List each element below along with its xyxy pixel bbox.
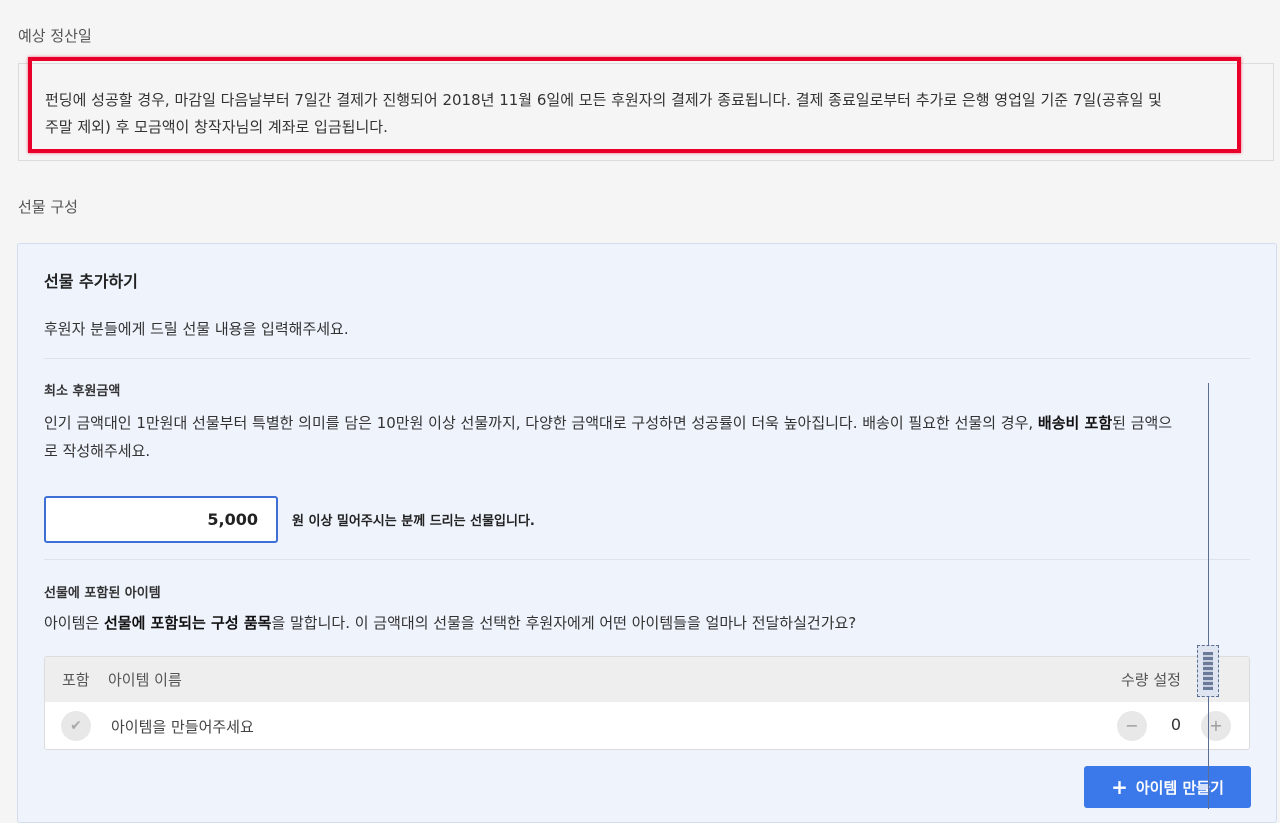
make-item-label: 아이템 만들기 (1135, 778, 1224, 797)
plus-icon: + (1111, 775, 1128, 799)
quantity-plus-button[interactable]: + (1201, 711, 1231, 741)
check-icon[interactable]: ✔ (61, 711, 91, 741)
scroll-guide-line (1208, 383, 1209, 809)
shipping-included-text: 배송비 포함 (1037, 414, 1113, 432)
min-amount-description: 인기 금액대인 1만원대 선물부터 특별한 의미를 담은 10만원 이상 선물까… (44, 409, 1244, 465)
min-amount-desc-line2: 로 작성해주세요. (44, 442, 151, 460)
quantity-value: 0 (1170, 715, 1182, 734)
min-amount-desc-part2: 된 금액으 (1112, 414, 1173, 432)
items-desc-part2: 을 말합니다. 이 금액대의 선물을 선택한 후원자에게 어떤 아이템들을 얼마… (271, 614, 857, 632)
min-amount-input[interactable] (44, 496, 278, 543)
items-description: 아이템은 선물에 포함되는 구성 품목을 말합니다. 이 금액대의 선물을 선택… (44, 609, 1244, 637)
col-include: 포함 (62, 671, 90, 689)
col-item-name: 아이템 이름 (108, 671, 182, 689)
table-row: ✔ 아이템을 만들어주세요 − 0 + (45, 702, 1249, 749)
highlight-annotation (28, 57, 1241, 153)
panel-title: 선물 추가하기 (44, 272, 138, 291)
item-name-placeholder: 아이템을 만들어주세요 (111, 718, 254, 736)
item-table-header: 포함 아이템 이름 수량 설정 (45, 657, 1249, 702)
col-quantity: 수량 설정 (1121, 671, 1181, 689)
make-item-button[interactable]: + 아이템 만들기 (1084, 766, 1251, 808)
items-desc-bold: 선물에 포함되는 구성 품목 (103, 614, 272, 632)
divider (44, 358, 1250, 359)
settlement-label: 예상 정산일 (18, 27, 92, 45)
grip-icon (1203, 652, 1213, 690)
min-amount-desc-part1: 인기 금액대인 1만원대 선물부터 특별한 의미를 담은 10만원 이상 선물까… (44, 414, 1038, 432)
items-desc-part1: 아이템은 (44, 614, 104, 632)
gift-section-label: 선물 구성 (18, 198, 78, 216)
panel-description: 후원자 분들에게 드릴 선물 내용을 입력해주세요. (44, 320, 349, 338)
divider (44, 559, 1250, 560)
min-amount-title: 최소 후원금액 (44, 384, 121, 399)
items-title: 선물에 포함된 아이템 (44, 586, 161, 601)
min-amount-suffix: 원 이상 밀어주시는 분께 드리는 선물입니다. (292, 514, 535, 529)
quantity-minus-button[interactable]: − (1117, 711, 1147, 741)
item-table: 포함 아이템 이름 수량 설정 ✔ 아이템을 만들어주세요 − 0 + (44, 656, 1250, 750)
scroll-marker-handle[interactable] (1197, 645, 1219, 697)
